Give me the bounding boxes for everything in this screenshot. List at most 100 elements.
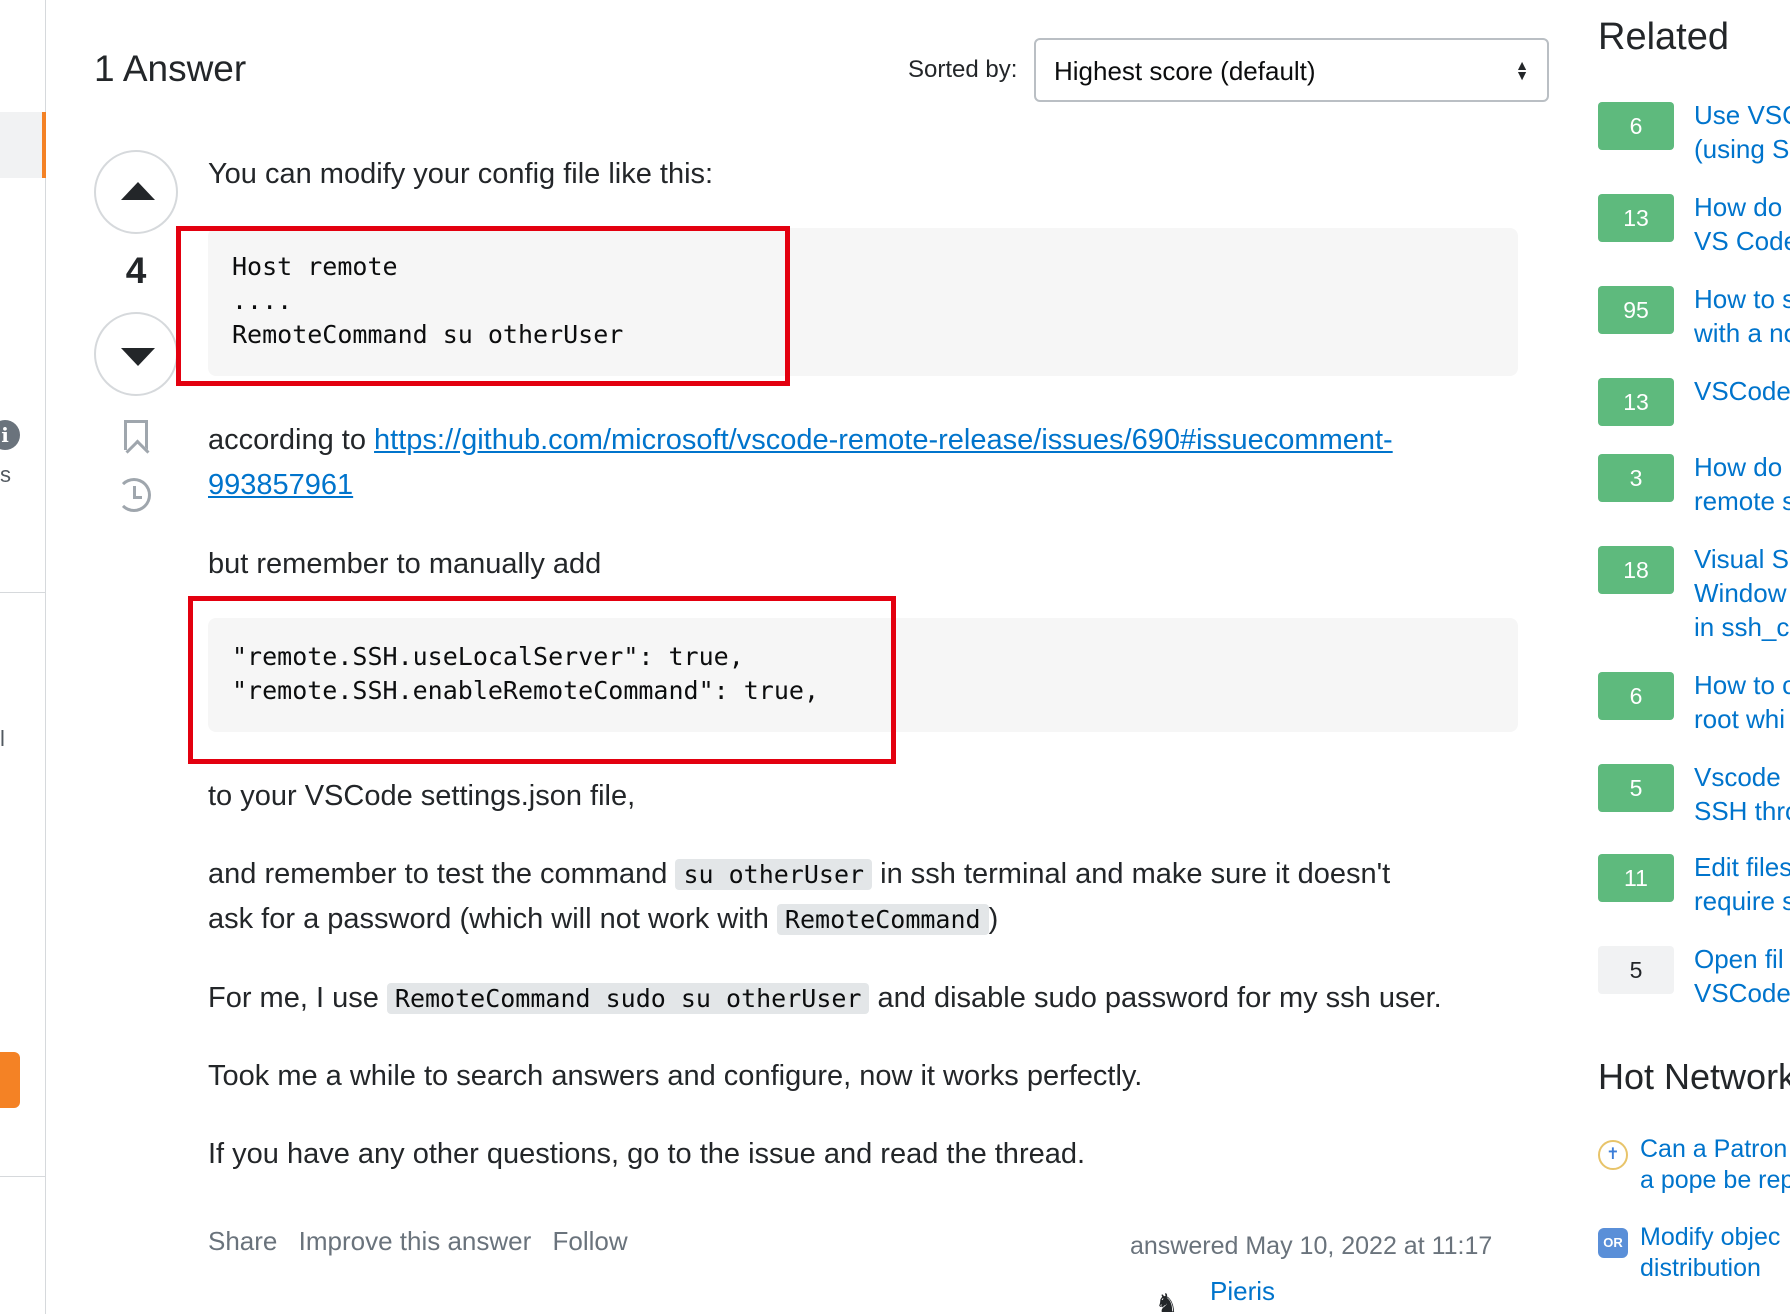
related-link[interactable]: How to c root whi xyxy=(1694,668,1790,736)
related-link-line: How to c xyxy=(1694,670,1790,700)
hot-link-line: Can a Patron xyxy=(1640,1135,1788,1163)
related-score: 13 xyxy=(1598,378,1674,426)
related-link-line: Vscode xyxy=(1694,762,1781,792)
related-item[interactable]: 5 Open fil VSCode xyxy=(1598,944,1790,1026)
related-score: 6 xyxy=(1598,102,1674,150)
questions-text: If you have any other questions, go to t… xyxy=(208,1138,1086,1170)
answered-label: answered xyxy=(1130,1232,1246,1260)
related-score: 95 xyxy=(1598,286,1674,334)
related-link-line: How to s xyxy=(1694,284,1790,314)
github-issue-link[interactable]: https://github.com/microsoft/vscode-remo… xyxy=(374,424,1393,456)
related-link-line: How do xyxy=(1694,192,1783,222)
inline-code: RemoteCommand xyxy=(776,904,989,935)
related-link[interactable]: How do VS Code xyxy=(1694,190,1790,258)
hot-link-line: Modify objec xyxy=(1640,1223,1781,1251)
related-score: 18 xyxy=(1598,546,1674,594)
related-link-line: Edit files xyxy=(1694,852,1790,882)
hot-link-line: a pope be rep xyxy=(1640,1166,1790,1194)
red-highlight-box xyxy=(188,596,896,764)
user-avatar-icon[interactable]: ♞ xyxy=(1155,1288,1195,1314)
inline-code: su otherUser xyxy=(675,859,873,890)
according-prefix: according to xyxy=(208,424,375,456)
hot-network-link[interactable]: Modify objec distribution xyxy=(1640,1222,1780,1284)
sort-select[interactable]: Highest score (default) ▲ ▼ xyxy=(1034,38,1549,102)
related-item[interactable]: 13 How do VS Code xyxy=(1598,192,1790,274)
vote-count: 4 xyxy=(125,250,147,291)
sidebar-orange-button[interactable] xyxy=(0,1052,20,1108)
related-item[interactable]: 18 Visual S Window in ssh_c xyxy=(1598,544,1790,660)
hot-network-item[interactable]: OR Modify objec distribution xyxy=(1598,1222,1790,1286)
related-score: 5 xyxy=(1598,946,1674,994)
sort-label: Sorted by: xyxy=(908,56,1018,83)
user-name-link[interactable]: Pieris xyxy=(1210,1276,1275,1307)
answer-intro: You can modify your config file like thi… xyxy=(208,158,714,190)
related-score: 3 xyxy=(1598,454,1674,502)
info-icon[interactable]: i xyxy=(0,420,20,450)
forme-suffix: and disable sudo password for my ssh use… xyxy=(869,982,1442,1014)
history-icon[interactable] xyxy=(117,478,151,512)
christianity-icon: ✝ xyxy=(1598,1140,1628,1170)
related-item[interactable]: 3 How do remote s xyxy=(1598,452,1790,534)
according-paragraph: according to https://github.com/microsof… xyxy=(208,418,1518,508)
select-arrows-icon: ▲ ▼ xyxy=(1515,57,1529,83)
answered-info: answered May 10, 2022 at 11:17 xyxy=(1130,1232,1492,1261)
related-link[interactable]: How to s with a no xyxy=(1694,282,1790,350)
or-icon: OR xyxy=(1598,1228,1628,1258)
related-score: 11 xyxy=(1598,854,1674,902)
sidebar-divider xyxy=(0,1176,46,1177)
sidebar-label-fragment[interactable]: l xyxy=(0,726,5,752)
downvote-button[interactable] xyxy=(94,312,178,396)
related-link-line: root whi xyxy=(1694,704,1786,734)
settings-json-text: to your VSCode settings.json file, xyxy=(208,780,636,812)
answered-time[interactable]: May 10, 2022 at 11:17 xyxy=(1245,1232,1492,1260)
related-link[interactable]: VSCode xyxy=(1694,374,1790,408)
related-link-line: Open fil xyxy=(1694,944,1784,974)
forme-prefix: For me, I use xyxy=(208,982,387,1014)
related-link-line: VS Code xyxy=(1694,226,1790,256)
improve-answer-link[interactable]: Improve this answer xyxy=(299,1226,532,1256)
related-item[interactable]: 5 Vscode SSH thro xyxy=(1598,762,1790,844)
bookmark-icon[interactable] xyxy=(124,420,148,450)
related-link-line: in ssh_c xyxy=(1694,612,1790,642)
left-sidebar: i s l xyxy=(0,0,46,1314)
red-highlight-box xyxy=(176,226,790,386)
test-prefix: and remember to test the command xyxy=(208,858,676,890)
hot-network-link[interactable]: Can a Patron a pope be rep xyxy=(1640,1134,1790,1196)
related-item[interactable]: 6 How to c root whi xyxy=(1598,670,1790,752)
sidebar-label-fragment[interactable]: s xyxy=(0,462,11,488)
took-while-text: Took me a while to search answers and co… xyxy=(208,1060,1143,1092)
related-link[interactable]: Vscode SSH thro xyxy=(1694,760,1790,828)
follow-link[interactable]: Follow xyxy=(553,1226,628,1256)
related-link[interactable]: Use VSC (using S xyxy=(1694,98,1790,166)
upvote-button[interactable] xyxy=(94,150,178,234)
test-suffix: in ssh terminal and make sure it doesn't xyxy=(872,858,1391,890)
hot-network-item[interactable]: ✝ Can a Patron a pope be rep xyxy=(1598,1134,1790,1198)
related-link-line: Use VSC xyxy=(1694,100,1790,130)
hot-network-heading: Hot Network xyxy=(1598,1056,1790,1097)
related-item[interactable]: 6 Use VSC (using S xyxy=(1598,100,1790,182)
password-prefix: ask for a password (which will not work … xyxy=(208,903,777,935)
related-link[interactable]: Visual S Window in ssh_c xyxy=(1694,542,1790,644)
sort-select-value: Highest score (default) xyxy=(1054,56,1316,86)
related-link[interactable]: Edit files require s xyxy=(1694,850,1790,918)
answers-count-heading: 1 Answer xyxy=(94,48,247,89)
related-link-line: How do xyxy=(1694,452,1783,482)
hot-link-line: distribution xyxy=(1640,1254,1761,1282)
password-suffix: ) xyxy=(988,903,999,935)
related-item[interactable]: 13 VSCode xyxy=(1598,376,1790,458)
related-item[interactable]: 11 Edit files require s xyxy=(1598,852,1790,934)
related-item[interactable]: 95 How to s with a no xyxy=(1598,284,1790,366)
sidebar-item-active[interactable] xyxy=(0,112,46,178)
post-menu: Share Improve this answer Follow xyxy=(208,1226,642,1257)
related-link[interactable]: How do remote s xyxy=(1694,450,1790,518)
related-score: 6 xyxy=(1598,672,1674,720)
related-link-line: SSH thro xyxy=(1694,796,1790,826)
share-link[interactable]: Share xyxy=(208,1226,277,1256)
related-link[interactable]: Open fil VSCode xyxy=(1694,942,1790,1010)
related-link-line: Visual S xyxy=(1694,544,1789,574)
github-issue-link-continued[interactable]: 993857961 xyxy=(208,469,353,501)
remember-add-text: but remember to manually add xyxy=(208,548,602,580)
related-score: 13 xyxy=(1598,194,1674,242)
test-command-paragraph: and remember to test the command su othe… xyxy=(208,852,1518,942)
related-link-line: VSCode xyxy=(1694,978,1790,1008)
